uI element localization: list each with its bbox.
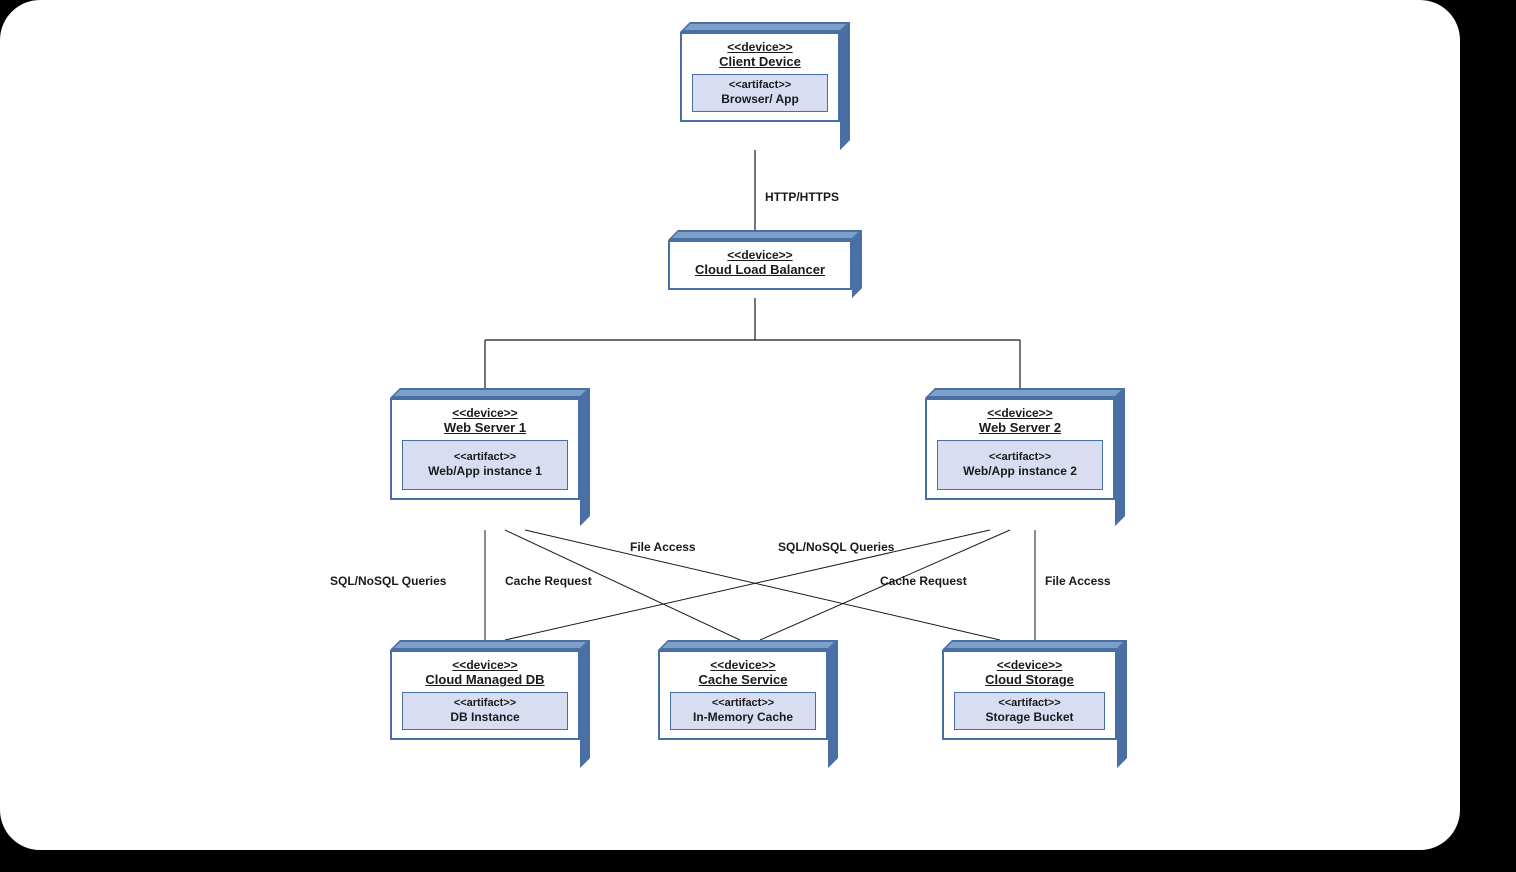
artifact-name: Storage Bucket — [961, 710, 1098, 724]
artifact-name: Web/App instance 1 — [409, 464, 561, 478]
artifact-webapp-2: <<artifact>> Web/App instance 2 — [937, 440, 1103, 490]
artifact-stereotype: <<artifact>> — [409, 697, 561, 710]
node-title: Cache Service — [668, 672, 818, 688]
artifact-db-instance: <<artifact>> DB Instance — [402, 692, 568, 730]
edge-label-http: HTTP/HTTPS — [765, 190, 839, 204]
node-web-server-2: <<device>> Web Server 2 <<artifact>> Web… — [925, 398, 1115, 500]
artifact-in-memory-cache: <<artifact>> In-Memory Cache — [670, 692, 816, 730]
artifact-name: DB Instance — [409, 710, 561, 724]
artifact-stereotype: <<artifact>> — [699, 79, 821, 92]
node-client-device: <<device>> Client Device <<artifact>> Br… — [680, 32, 840, 122]
artifact-webapp-1: <<artifact>> Web/App instance 1 — [402, 440, 568, 490]
stereotype-label: <<device>> — [668, 658, 818, 672]
node-cloud-storage: <<device>> Cloud Storage <<artifact>> St… — [942, 650, 1117, 740]
artifact-stereotype: <<artifact>> — [961, 697, 1098, 710]
artifact-stereotype: <<artifact>> — [944, 451, 1096, 464]
stereotype-label: <<device>> — [400, 406, 570, 420]
node-title: Client Device — [690, 54, 830, 70]
stereotype-label: <<device>> — [400, 658, 570, 672]
edge-label-cache-left: Cache Request — [505, 574, 592, 588]
node-load-balancer: <<device>> Cloud Load Balancer — [668, 240, 852, 290]
node-web-server-1: <<device>> Web Server 1 <<artifact>> Web… — [390, 398, 580, 500]
edge-label-file-right: File Access — [1045, 574, 1111, 588]
stereotype-label: <<device>> — [935, 406, 1105, 420]
stereotype-label: <<device>> — [690, 40, 830, 54]
artifact-browser-app: <<artifact>> Browser/ App — [692, 74, 828, 112]
artifact-name: Browser/ App — [699, 92, 821, 106]
node-cloud-db: <<device>> Cloud Managed DB <<artifact>>… — [390, 650, 580, 740]
artifact-stereotype: <<artifact>> — [409, 451, 561, 464]
edge-label-sql-top: SQL/NoSQL Queries — [778, 540, 894, 554]
edge-label-cache-right: Cache Request — [880, 574, 967, 588]
artifact-stereotype: <<artifact>> — [677, 697, 809, 710]
edge-label-file-top: File Access — [630, 540, 696, 554]
artifact-name: Web/App instance 2 — [944, 464, 1096, 478]
artifact-name: In-Memory Cache — [677, 710, 809, 724]
artifact-storage-bucket: <<artifact>> Storage Bucket — [954, 692, 1105, 730]
node-title: Web Server 2 — [935, 420, 1105, 436]
stereotype-label: <<device>> — [678, 248, 842, 262]
node-cache-service: <<device>> Cache Service <<artifact>> In… — [658, 650, 828, 740]
node-title: Cloud Storage — [952, 672, 1107, 688]
node-title: Web Server 1 — [400, 420, 570, 436]
node-title: Cloud Load Balancer — [678, 262, 842, 278]
stereotype-label: <<device>> — [952, 658, 1107, 672]
edge-label-sql-left: SQL/NoSQL Queries — [330, 574, 446, 588]
diagram-canvas: <<device>> Client Device <<artifact>> Br… — [0, 0, 1460, 850]
node-title: Cloud Managed DB — [400, 672, 570, 688]
